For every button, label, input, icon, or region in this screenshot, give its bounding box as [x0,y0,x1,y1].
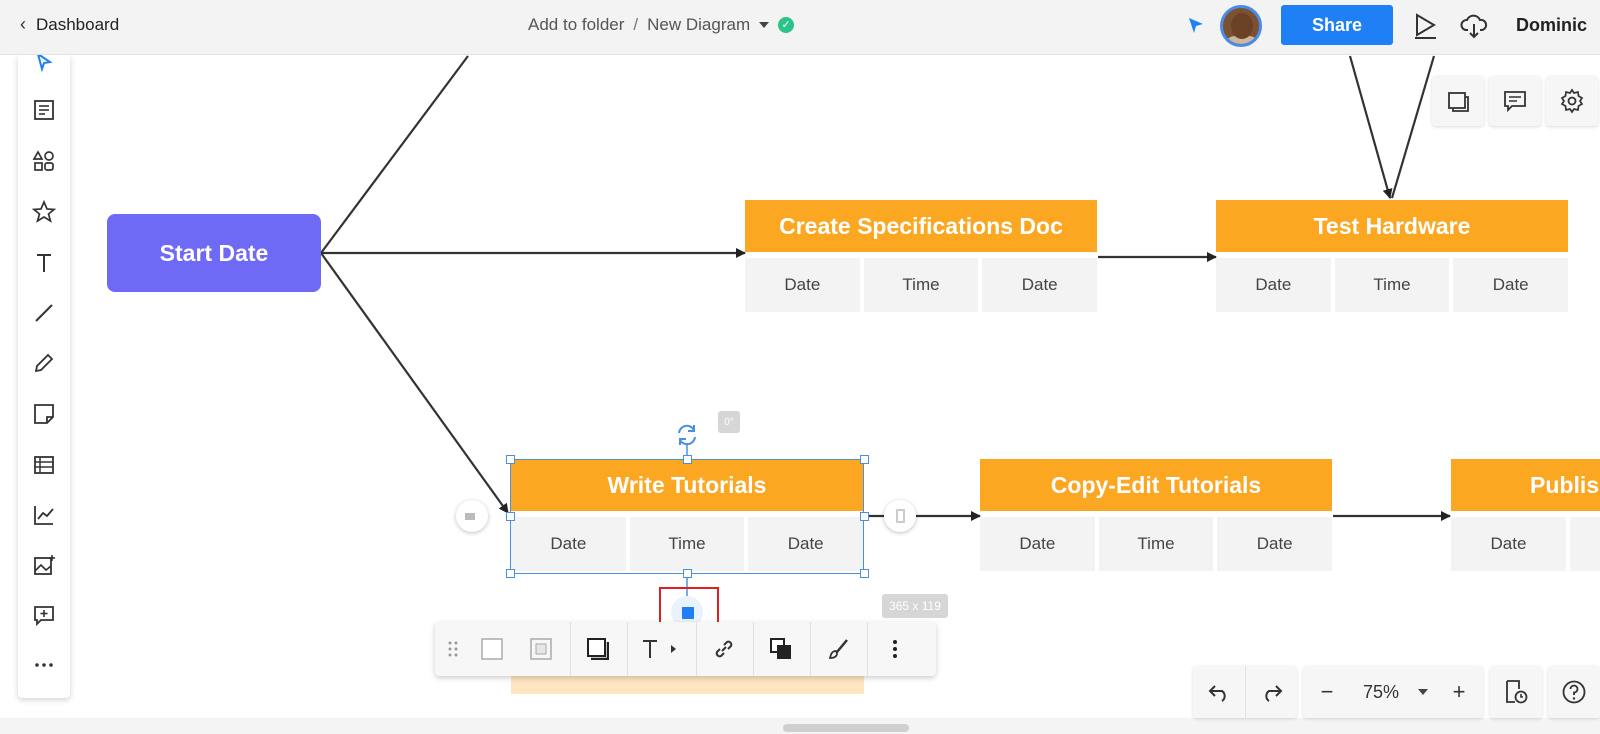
back-to-dashboard[interactable]: ‹ Dashboard [20,14,119,35]
resize-handle[interactable] [506,455,515,464]
more-options-icon[interactable] [880,622,910,676]
task-cell-time[interactable] [1570,517,1600,571]
redo-icon[interactable] [1246,680,1297,704]
rotation-angle-badge: 0° [718,411,740,433]
resize-handle[interactable] [860,512,869,521]
caret-down-icon[interactable] [759,22,770,28]
task-node-create-specifications[interactable]: Create Specifications Doc Date Time Date [745,200,1098,312]
image-icon[interactable] [31,552,57,578]
task-cell-time[interactable]: Time [1098,517,1214,571]
zoom-in-button[interactable]: + [1435,679,1483,705]
connection-point-right[interactable] [884,500,916,532]
add-to-folder-link[interactable]: Add to folder [528,15,624,35]
link-icon[interactable] [709,622,739,676]
text-format-icon[interactable] [640,622,682,676]
task-cell-date[interactable]: Date [1453,258,1569,312]
task-cell-time[interactable]: Time [1334,258,1450,312]
breadcrumb-separator: / [633,15,639,34]
line-icon[interactable] [31,300,57,326]
connector-line[interactable] [320,55,469,254]
table-icon[interactable] [31,452,57,478]
connector-line[interactable] [1390,55,1436,199]
connector-line[interactable] [1348,55,1393,199]
pencil-icon[interactable] [31,350,57,376]
task-title: Create Specifications Doc [745,200,1097,252]
horizontal-scrollbar[interactable] [783,724,909,732]
comment-add-icon[interactable] [31,602,57,628]
start-date-node[interactable]: Start Date [107,214,321,292]
zoom-dropdown-icon[interactable] [1411,689,1435,695]
dashboard-label: Dashboard [36,14,120,34]
avatar[interactable] [1220,5,1262,47]
version-history-icon[interactable] [1490,666,1542,718]
share-button[interactable]: Share [1281,5,1393,45]
chart-icon[interactable] [31,502,57,528]
user-name[interactable]: Dominic [1516,15,1587,36]
chevron-left-icon: ‹ [20,14,26,34]
task-title: Copy-Edit Tutorials [980,459,1332,511]
breadcrumb: Add to folder / New Diagram ✓ [528,15,795,35]
task-cell-date[interactable]: Date [1451,517,1566,571]
connection-point-left[interactable] [456,500,488,532]
drag-handle-icon[interactable] [443,622,463,676]
undo-icon[interactable] [1193,680,1245,704]
saved-check-icon: ✓ [778,17,795,33]
text-icon[interactable] [31,250,57,276]
size-badge: 365 x 119 [882,594,948,618]
sticky-note-icon[interactable] [31,401,57,427]
star-icon[interactable] [31,199,57,225]
zoom-out-button[interactable]: − [1303,679,1351,705]
shadow-icon[interactable] [583,622,613,676]
resize-handle[interactable] [860,455,869,464]
resize-handle[interactable] [683,455,692,464]
top-bar: ‹ Dashboard Add to folder / New Diagram … [0,0,1600,55]
cursor-icon[interactable] [1186,15,1206,42]
task-cell-date[interactable]: Date [982,258,1098,312]
pages-icon[interactable] [1432,76,1484,126]
rotate-icon[interactable] [673,421,701,449]
more-icon[interactable] [31,652,57,678]
settings-gear-icon[interactable] [1546,76,1598,126]
task-cell-date[interactable]: Date [1216,258,1331,312]
style-brush-icon[interactable] [823,622,853,676]
zoom-level[interactable]: 75% [1351,682,1411,703]
cloud-download-icon[interactable] [1460,12,1488,45]
shapes-icon[interactable] [31,148,57,174]
task-node-copy-edit-tutorials[interactable]: Copy-Edit Tutorials Date Time Date [980,459,1333,571]
text-block-icon[interactable] [31,97,57,123]
task-title: Test Hardware [1216,200,1568,252]
undo-redo-group [1193,666,1297,718]
present-play-icon[interactable] [1412,12,1438,45]
zoom-controls: − 75% + [1303,666,1483,718]
task-node-test-hardware[interactable]: Test Hardware Date Time Date [1216,200,1569,312]
left-toolbar [18,51,70,698]
diagram-name[interactable]: New Diagram [647,15,750,35]
arrange-layers-icon[interactable] [766,622,796,676]
resize-handle[interactable] [860,569,869,578]
start-date-label: Start Date [159,239,269,266]
resize-handle[interactable] [506,512,515,521]
format-toolbar [435,622,936,676]
task-cell-date[interactable]: Date [1217,517,1333,571]
task-node-publish-partial[interactable]: Publis Date [1451,459,1600,571]
resize-handle[interactable] [506,569,515,578]
connector-line[interactable] [320,252,509,514]
border-color-icon[interactable] [526,622,556,676]
task-cell-time[interactable]: Time [863,258,979,312]
help-icon[interactable] [1548,666,1600,718]
resize-handle[interactable] [683,569,692,578]
task-cell-date[interactable]: Date [745,258,860,312]
task-cell-date[interactable]: Date [980,517,1095,571]
comments-icon[interactable] [1489,76,1541,126]
task-title: Publis [1451,459,1600,511]
fill-color-icon[interactable] [477,622,507,676]
selection-box [510,459,864,574]
